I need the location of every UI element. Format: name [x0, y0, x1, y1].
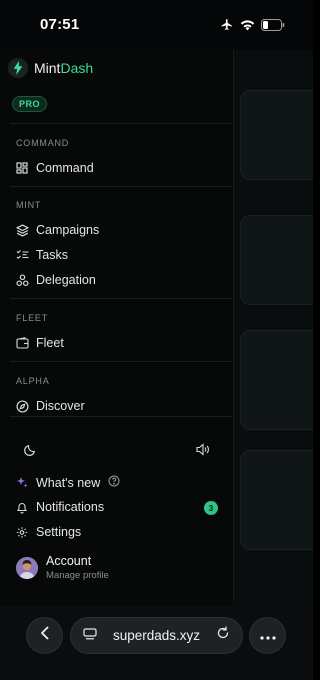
divider [10, 186, 232, 187]
reload-icon[interactable] [216, 626, 230, 645]
phone-screen: 07:51 MintDash PRO COMMAND Command MINT … [0, 0, 313, 680]
speaker-icon[interactable] [196, 443, 210, 461]
nav-item-label: Command [36, 161, 94, 175]
more-button[interactable] [249, 617, 286, 654]
wifi-icon [240, 19, 255, 31]
divider [10, 298, 232, 299]
whats-new-item[interactable]: What's new [16, 475, 120, 490]
nav-item-command[interactable]: Command [16, 159, 94, 177]
bg-card [240, 215, 313, 305]
layers-icon [15, 223, 29, 237]
settings-label: Settings [36, 525, 82, 539]
avatar [16, 556, 38, 579]
nav-item-label: Fleet [36, 336, 64, 350]
status-time: 07:51 [40, 16, 80, 33]
brand-name: MintDash [34, 60, 94, 76]
address-bar[interactable]: superdads.xyz [70, 617, 243, 654]
network-icon [15, 273, 29, 286]
nav-item-label: Delegation [36, 273, 96, 287]
nav-item-label: Campaigns [36, 223, 100, 237]
compass-icon [15, 399, 29, 413]
battery-icon [261, 18, 285, 31]
tab-overview-icon[interactable] [83, 627, 97, 645]
account-text: Account Manage profile [46, 554, 109, 581]
chevron-left-icon [40, 626, 50, 645]
section-label-command: COMMAND [16, 138, 70, 148]
notifications-count-badge: 3 [204, 501, 218, 515]
more-dots-icon [259, 627, 276, 645]
bg-card [240, 330, 313, 430]
back-button[interactable] [26, 617, 63, 654]
nav-item-discover[interactable]: Discover [15, 397, 85, 415]
gear-icon [16, 526, 28, 538]
nav-item-label: Tasks [36, 248, 68, 262]
settings-item[interactable]: Settings [16, 525, 81, 539]
divider [10, 361, 232, 362]
nav-item-label: Discover [36, 399, 85, 413]
section-label-fleet: FLEET [16, 313, 49, 323]
checklist-icon [16, 249, 28, 261]
account-subtitle: Manage profile [46, 570, 109, 581]
sparkles-icon [16, 477, 28, 489]
moon-icon[interactable] [24, 443, 37, 461]
bell-icon [16, 501, 28, 514]
status-icons [220, 18, 285, 31]
nav-item-tasks[interactable]: Tasks [16, 246, 68, 264]
airplane-icon [220, 18, 234, 31]
wallet-icon [15, 337, 29, 349]
divider [10, 416, 232, 417]
account-name: Account [46, 554, 92, 568]
dashboard-grid-icon [16, 162, 28, 174]
url-text: superdads.xyz [112, 628, 201, 643]
pro-badge: PRO [12, 96, 48, 112]
bg-card [240, 450, 313, 550]
notifications-label: Notifications [36, 500, 105, 514]
notifications-item[interactable]: Notifications [16, 500, 104, 514]
divider [10, 123, 232, 124]
status-bar: 07:51 [0, 0, 313, 50]
help-circle-icon [108, 475, 120, 490]
bolt-logo-icon [8, 58, 28, 78]
background-page [234, 50, 313, 605]
brand[interactable]: MintDash [8, 58, 93, 78]
account-item[interactable]: Account Manage profile [16, 554, 109, 581]
nav-item-campaigns[interactable]: Campaigns [15, 221, 100, 239]
nav-item-delegation[interactable]: Delegation [15, 271, 96, 289]
nav-item-fleet[interactable]: Fleet [15, 334, 64, 352]
bg-card [240, 90, 313, 180]
section-label-alpha: ALPHA [16, 376, 50, 386]
side-drawer: MintDash PRO COMMAND Command MINT Campai… [0, 48, 234, 604]
section-label-mint: MINT [16, 200, 42, 210]
browser-toolbar: superdads.xyz [0, 605, 313, 680]
whats-new-label: What's new [36, 475, 101, 490]
